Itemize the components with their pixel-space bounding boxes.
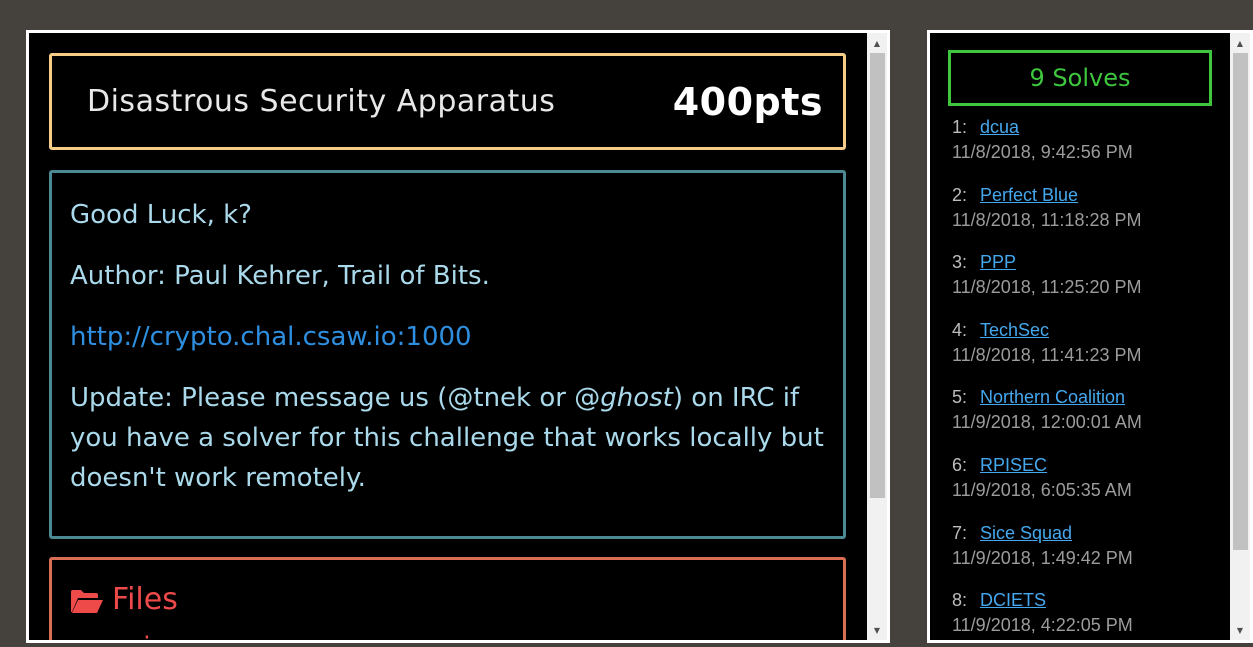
- solve-team-link[interactable]: Perfect Blue: [980, 185, 1078, 205]
- solve-entry: 4: TechSec 11/8/2018, 11:41:23 PM: [952, 318, 1222, 386]
- update-text-prefix: Update: Please message us (@tnek or @: [70, 383, 601, 413]
- solve-entry: 7: Sice Squad 11/9/2018, 1:49:42 PM: [952, 521, 1222, 589]
- solve-team-link[interactable]: TechSec: [980, 320, 1049, 340]
- solve-rank: 3:: [952, 252, 968, 273]
- challenge-description: Good Luck, k? Author: Paul Kehrer, Trail…: [49, 170, 846, 539]
- files-heading-label: Files: [112, 582, 178, 617]
- challenge-title: Disastrous Security Apparatus: [87, 84, 556, 119]
- left-scrollbar-thumb[interactable]: [870, 53, 885, 498]
- scroll-up-arrow-icon[interactable]: ▲: [1230, 35, 1250, 51]
- solve-team-link[interactable]: Northern Coalition: [980, 387, 1125, 407]
- description-greeting: Good Luck, k?: [70, 200, 252, 230]
- solve-time: 11/8/2018, 9:42:56 PM: [952, 142, 1133, 162]
- scroll-down-arrow-icon[interactable]: ▼: [867, 622, 887, 638]
- solve-team-link[interactable]: DCIETS: [980, 590, 1046, 610]
- files-heading: Files: [70, 582, 178, 617]
- solve-time: 11/9/2018, 4:22:05 PM: [952, 615, 1133, 636]
- solve-rank: 1:: [952, 117, 968, 137]
- solve-time: 11/9/2018, 1:49:42 PM: [952, 547, 1133, 568]
- solves-count-heading: 9 Solves: [948, 50, 1212, 106]
- solve-team-link[interactable]: RPISEC: [980, 455, 1047, 475]
- solve-rank: 5:: [952, 387, 968, 408]
- solve-rank: 7:: [952, 522, 968, 543]
- solve-time: 11/8/2018, 11:41:23 PM: [952, 344, 1142, 365]
- solve-entry: 2: Perfect Blue 11/8/2018, 11:18:28 PM: [952, 183, 1222, 251]
- update-text-italic: ghost: [600, 383, 673, 413]
- right-scrollbar-thumb[interactable]: [1233, 53, 1248, 550]
- files-section: Files main.py: [49, 557, 846, 640]
- solve-rank: 2:: [952, 184, 968, 205]
- solve-entry: 5: Northern Coalition 11/9/2018, 12:00:01…: [952, 385, 1222, 453]
- left-scrollbar[interactable]: ▲ ▼: [867, 33, 887, 640]
- description-author: Author: Paul Kehrer, Trail of Bits.: [70, 261, 490, 291]
- solve-entry: 6: RPISEC 11/9/2018, 6:05:35 AM: [952, 453, 1222, 521]
- solve-entry: 8: DCIETS 11/9/2018, 4:22:05 PM: [952, 588, 1222, 640]
- solve-time: 11/8/2018, 11:18:28 PM: [952, 209, 1142, 230]
- solves-list: 1: dcua 11/8/2018, 9:42:56 PM 2: Perfect B…: [952, 115, 1222, 640]
- solve-team-link[interactable]: PPP: [980, 252, 1016, 272]
- description-update: Update: Please message us (@tnek or @gho…: [70, 378, 825, 498]
- solve-rank: 8:: [952, 590, 968, 611]
- solve-rank: 4:: [952, 319, 968, 340]
- solve-team-link[interactable]: Sice Squad: [980, 523, 1072, 543]
- solves-panel: 9 Solves 1: dcua 11/8/2018, 9:42:56 PM 2:…: [927, 30, 1253, 643]
- solve-time: 11/9/2018, 12:00:01 AM: [952, 412, 1142, 433]
- challenge-header: Disastrous Security Apparatus 400pts: [49, 53, 846, 150]
- solve-time: 11/9/2018, 6:05:35 AM: [952, 479, 1132, 500]
- folder-open-icon: [70, 587, 104, 613]
- file-link[interactable]: main.py: [102, 632, 207, 640]
- scroll-down-arrow-icon[interactable]: ▼: [1230, 622, 1250, 638]
- challenge-panel: Disastrous Security Apparatus 400pts Goo…: [26, 30, 890, 643]
- solve-entry: 1: dcua 11/8/2018, 9:42:56 PM: [952, 115, 1222, 183]
- solve-rank: 6:: [952, 454, 968, 475]
- challenge-link[interactable]: http://crypto.chal.csaw.io:1000: [70, 322, 472, 352]
- solve-time: 11/8/2018, 11:25:20 PM: [952, 277, 1142, 298]
- challenge-points: 400pts: [672, 80, 823, 124]
- right-scrollbar[interactable]: ▲ ▼: [1230, 33, 1250, 640]
- solve-entry: 3: PPP 11/8/2018, 11:25:20 PM: [952, 250, 1222, 318]
- scroll-up-arrow-icon[interactable]: ▲: [867, 35, 887, 51]
- solve-team-link[interactable]: dcua: [980, 117, 1019, 137]
